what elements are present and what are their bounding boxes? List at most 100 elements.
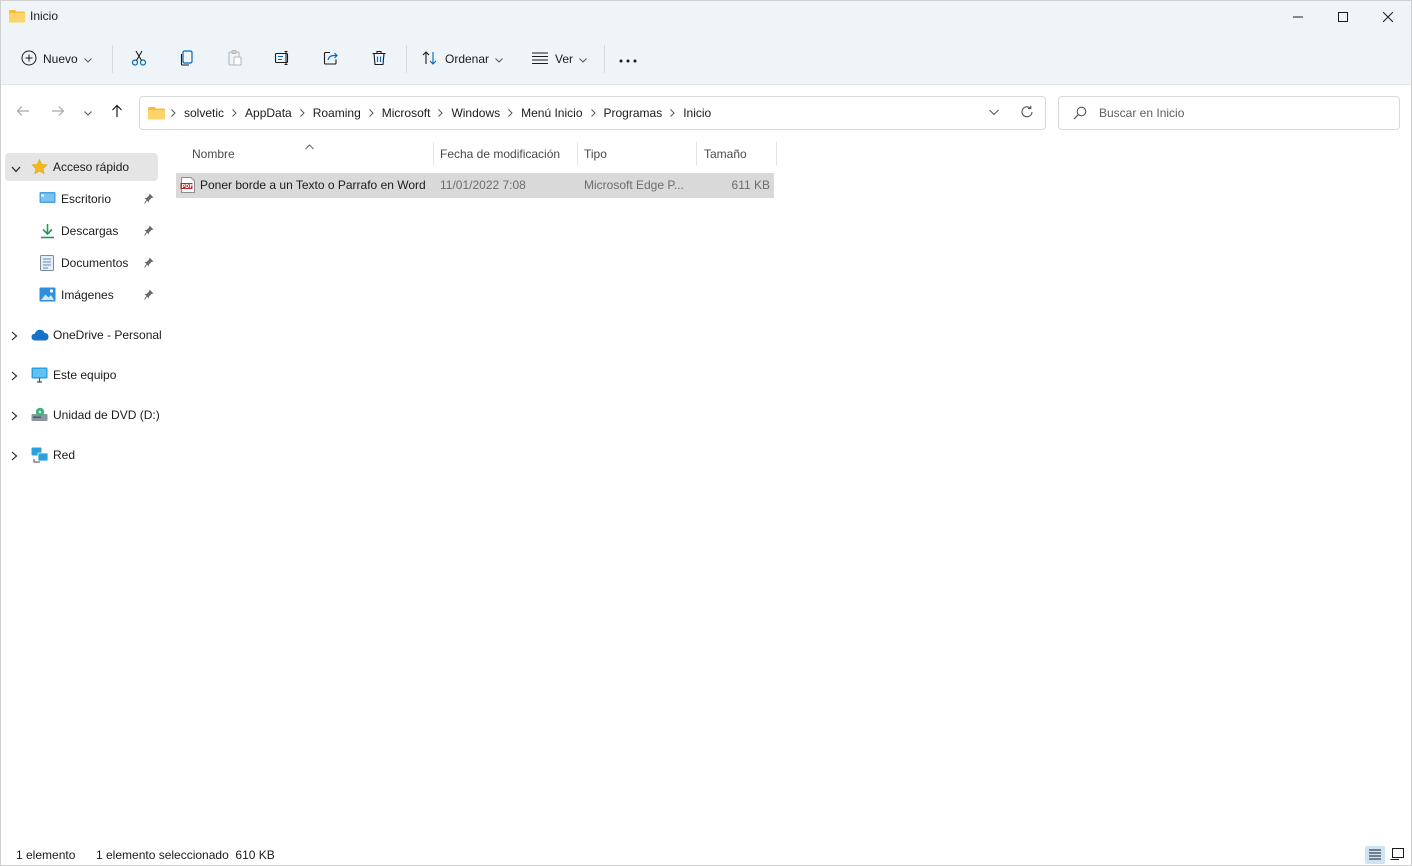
onedrive-cloud-icon [31, 329, 49, 344]
view-label: Ver [555, 52, 574, 66]
column-divider[interactable] [776, 142, 777, 166]
network-icon [31, 447, 49, 466]
sort-icon [421, 50, 439, 69]
details-view-button[interactable] [1365, 846, 1385, 864]
item-count: 1 elemento [16, 848, 76, 862]
sort-button[interactable]: Ordenar [421, 45, 503, 73]
status-bar: 1 elemento 1 elemento seleccionado 610 K… [1, 843, 1411, 865]
chevron-down-icon [579, 52, 587, 66]
share-button[interactable] [322, 45, 340, 73]
address-history-chevron-icon[interactable] [988, 106, 1000, 121]
rename-button[interactable] [274, 45, 292, 73]
chevron-right-icon[interactable] [11, 330, 18, 344]
sidebar-item-documents[interactable]: Documentos [5, 249, 158, 277]
sidebar-item-dvd-drive[interactable]: Unidad de DVD (D:) [5, 401, 160, 429]
refresh-icon[interactable] [1020, 105, 1034, 122]
search-box[interactable] [1058, 96, 1400, 130]
paste-button[interactable] [226, 45, 244, 73]
maximize-button[interactable] [1320, 1, 1366, 33]
column-divider[interactable] [577, 142, 578, 166]
breadcrumb-item[interactable]: Windows [445, 106, 506, 120]
close-button[interactable] [1365, 1, 1411, 33]
breadcrumb-item[interactable]: Inicio [677, 106, 717, 120]
breadcrumb-chevron-icon[interactable] [169, 109, 178, 117]
new-button[interactable]: Nuevo [21, 45, 92, 73]
pin-icon[interactable] [144, 257, 154, 271]
delete-icon [370, 49, 388, 70]
view-button[interactable]: Ver [531, 45, 587, 73]
sort-label: Ordenar [445, 52, 490, 66]
copy-icon [178, 49, 196, 70]
column-header-label: Fecha de modificación [440, 147, 561, 161]
chevron-down-icon[interactable] [11, 162, 21, 176]
document-icon [40, 255, 54, 274]
sidebar-item-quick-access[interactable]: Acceso rápido [5, 153, 158, 181]
recent-locations-button[interactable] [79, 103, 97, 121]
sidebar-item-label: Descargas [61, 224, 119, 238]
back-button[interactable] [14, 103, 32, 121]
search-icon [1073, 106, 1087, 123]
breadcrumb-chevron-icon[interactable] [668, 109, 677, 117]
search-input[interactable] [1099, 103, 1389, 123]
column-divider[interactable] [433, 142, 434, 166]
column-header-name[interactable]: Nombre [192, 142, 235, 166]
breadcrumb-item[interactable]: Programas [598, 106, 669, 120]
minimize-button[interactable] [1275, 1, 1321, 33]
column-header-size[interactable]: Tamaño [704, 142, 747, 166]
breadcrumb-item[interactable]: Roaming [307, 106, 367, 120]
window-title: Inicio [30, 9, 59, 23]
cut-button[interactable] [130, 45, 148, 73]
toolbar-separator [406, 45, 407, 73]
more-options-button[interactable] [619, 45, 637, 73]
sidebar-item-network[interactable]: Red [5, 441, 158, 469]
selection-info: 1 elemento seleccionado 610 KB [96, 848, 275, 862]
sidebar-item-label: Acceso rápido [53, 160, 130, 174]
breadcrumb-item[interactable]: AppData [239, 106, 298, 120]
column-header-modified[interactable]: Fecha de modificación [440, 142, 560, 166]
breadcrumb-chevron-icon[interactable] [298, 109, 307, 117]
pictures-icon [39, 287, 56, 305]
address-bar[interactable]: solvetic AppData Roaming Microsoft Windo… [139, 96, 1046, 130]
chevron-down-icon [83, 52, 92, 66]
pin-icon[interactable] [144, 193, 154, 207]
pin-icon[interactable] [144, 225, 154, 239]
breadcrumb-item[interactable]: Microsoft [376, 106, 437, 120]
sidebar-item-label: Imágenes [61, 288, 114, 302]
pdf-icon: PDF [180, 177, 196, 196]
breadcrumb-chevron-icon[interactable] [436, 109, 445, 117]
sidebar-item-label: Escritorio [61, 192, 112, 206]
title-bar: Inicio [1, 1, 1411, 33]
arrow-left-icon [16, 105, 30, 120]
paste-icon [226, 49, 244, 70]
sidebar-item-label: Unidad de DVD (D:) [53, 408, 160, 422]
breadcrumb-chevron-icon[interactable] [506, 109, 515, 117]
breadcrumb-chevron-icon[interactable] [230, 109, 239, 117]
sidebar-item-desktop[interactable]: Escritorio [5, 185, 158, 213]
sidebar-item-this-pc[interactable]: Este equipo [5, 361, 158, 389]
chevron-right-icon[interactable] [11, 410, 18, 424]
sidebar-item-pictures[interactable]: Imágenes [5, 281, 158, 309]
chevron-right-icon[interactable] [11, 370, 18, 384]
file-row[interactable]: PDF Poner borde a un Texto o Parrafo en … [176, 173, 774, 198]
breadcrumb-item[interactable]: Menú Inicio [515, 106, 588, 120]
sidebar-item-downloads[interactable]: Descargas [5, 217, 158, 245]
sidebar-item-label: Documentos [61, 256, 129, 270]
forward-button[interactable] [49, 103, 67, 121]
pin-icon[interactable] [144, 289, 154, 303]
breadcrumb-item[interactable]: solvetic [178, 106, 230, 120]
large-icons-view-button[interactable] [1387, 846, 1407, 864]
new-label: Nuevo [43, 52, 78, 66]
copy-button[interactable] [178, 45, 196, 73]
up-button[interactable] [108, 103, 126, 121]
column-divider[interactable] [696, 142, 697, 166]
svg-text:PDF: PDF [182, 184, 193, 190]
delete-button[interactable] [370, 45, 388, 73]
details-view-icon [1368, 848, 1382, 863]
sidebar-item-onedrive[interactable]: OneDrive - Personal [5, 321, 162, 349]
breadcrumb-chevron-icon[interactable] [589, 109, 598, 117]
sort-ascending-icon [305, 139, 314, 153]
column-header-type[interactable]: Tipo [584, 142, 607, 166]
breadcrumb-chevron-icon[interactable] [367, 109, 376, 117]
file-name: Poner borde a un Texto o Parrafo en Word [200, 178, 426, 192]
chevron-right-icon[interactable] [11, 450, 18, 464]
